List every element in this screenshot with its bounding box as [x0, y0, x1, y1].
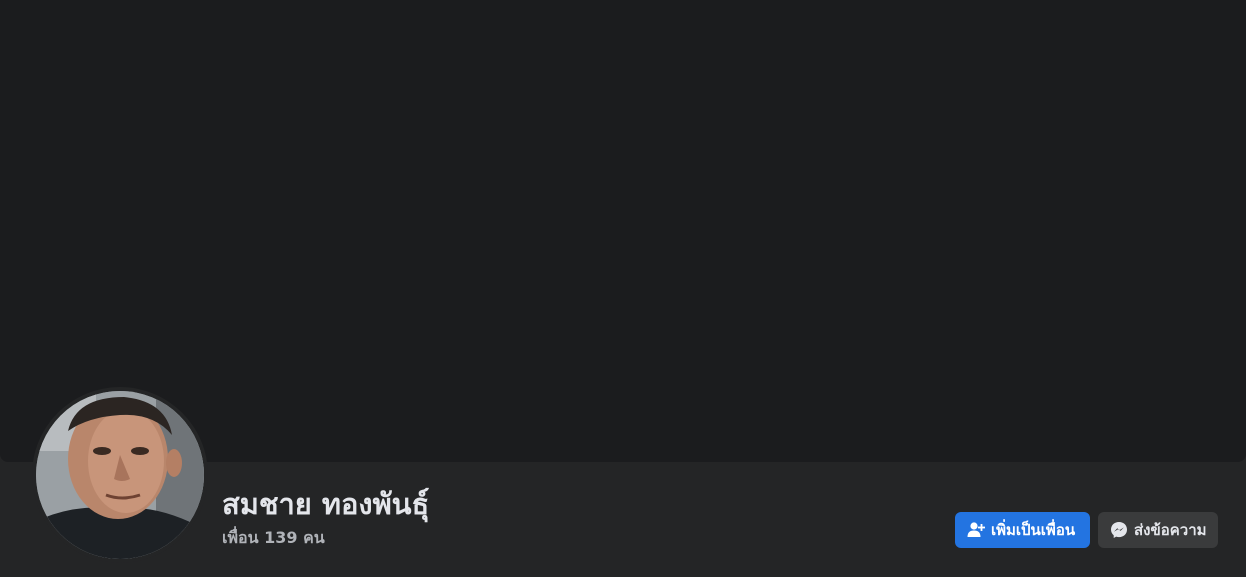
send-message-button[interactable]: ส่งข้อความ: [1098, 512, 1218, 548]
avatar-photo-icon: [36, 391, 204, 559]
messenger-icon: [1110, 521, 1128, 539]
friends-count[interactable]: เพื่อน 139 คน: [222, 527, 325, 549]
cover-photo[interactable]: [0, 0, 1246, 462]
add-friend-label: เพิ่มเป็นเพื่อน: [991, 521, 1076, 539]
profile-avatar[interactable]: [36, 391, 204, 559]
profile-name: สมชาย ทองพันธุ์: [222, 487, 430, 521]
add-friend-button[interactable]: เพิ่มเป็นเพื่อน: [955, 512, 1090, 548]
profile-page: สมชาย ทองพันธุ์ เพื่อน 139 คน เพิ่มเป็นเ…: [0, 0, 1246, 577]
send-message-label: ส่งข้อความ: [1134, 521, 1207, 539]
add-friend-icon: [967, 521, 985, 539]
